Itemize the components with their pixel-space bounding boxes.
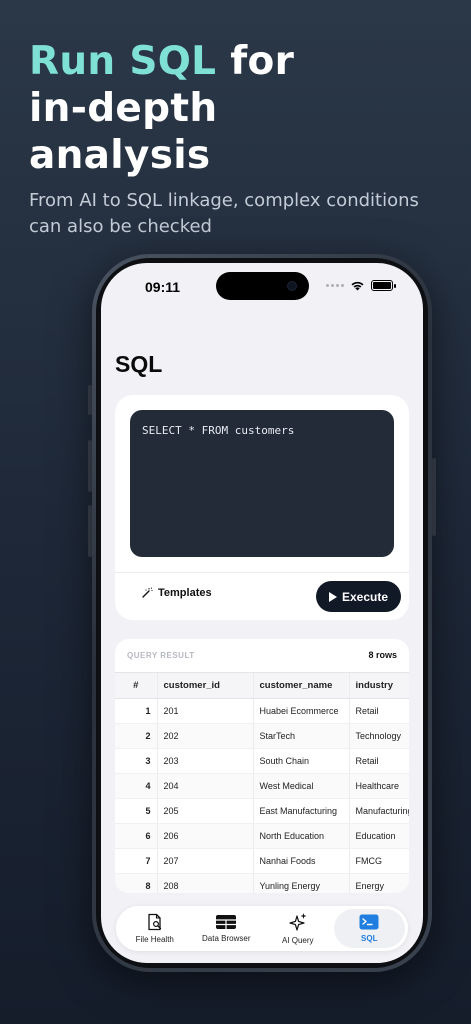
table-cell: FMCG [348,848,409,874]
templates-button[interactable]: Templates [141,587,212,599]
dynamic-island [216,272,309,300]
table-cell: Education [348,823,409,849]
tab-bar: File Health Data Browser AI Query SQL [116,906,408,951]
query-result-card: QUERY RESULT 8 rows # customer_id custom… [115,639,409,893]
table-cell: StarTech [252,723,349,749]
table-row[interactable]: 2 202 StarTech Technology [115,723,409,749]
table-cell: South Chain [252,748,349,774]
table-row[interactable]: 5 205 East Manufacturing Manufacturing [115,798,409,824]
results-table[interactable]: # customer_id customer_name industry 1 20… [115,672,409,893]
table-cell: Retail [348,698,409,724]
headline-line-1: Run SQL for [29,38,294,85]
row-number: 4 [115,773,157,799]
row-number: 7 [115,848,157,874]
table-cell: Huabei Ecommerce [252,698,349,724]
terminal-icon [359,914,379,930]
table-cell: Retail [348,748,409,774]
headline-accent: Run SQL [29,39,217,84]
column-header[interactable]: customer_name [252,672,349,699]
marketing-headline: Run SQL for in-depth analysis [29,38,294,179]
table-cell: 205 [156,798,253,824]
table-cell: Technology [348,723,409,749]
power-button [432,458,436,536]
marketing-subline: From AI to SQL linkage, complex conditio… [29,190,419,237]
row-number: 8 [115,873,157,893]
headline-line-2: in-depth [29,86,218,131]
row-number: 1 [115,698,157,724]
row-count: 8 rows [368,650,397,660]
table-row[interactable]: 8 208 Yunling Energy Energy [115,873,409,893]
tab-file-health[interactable]: File Health [119,909,191,948]
tab-label: File Health [135,935,174,944]
table-header-row: # customer_id customer_name industry [115,672,409,699]
phone-screen: 09:11 SQL SELECT * FROM customers Templa… [101,263,423,963]
table-cell: Healthcare [348,773,409,799]
play-icon [328,591,337,602]
table-cell: 208 [156,873,253,893]
sql-query-text[interactable]: SELECT * FROM customers [142,424,294,437]
execute-button[interactable]: Execute [316,581,401,612]
execute-label: Execute [341,589,389,604]
templates-label: Templates [158,587,212,599]
column-header[interactable]: customer_id [156,672,253,699]
status-icons [326,280,396,291]
magic-wand-icon [142,587,153,598]
table-cell: Energy [348,873,409,893]
row-number: 6 [115,823,157,849]
table-cell: 204 [156,773,253,799]
row-number: 5 [115,798,157,824]
table-cell: Manufacturing [348,798,409,824]
camera-icon [287,281,297,291]
headline-line-3: analysis [29,133,211,178]
column-header[interactable]: # [115,672,157,699]
sparkles-icon [289,913,307,931]
table-cell: Nanhai Foods [252,848,349,874]
tab-label: Data Browser [202,934,251,943]
divider [115,572,409,573]
page-title: SQL [115,351,163,377]
table-cell: 206 [156,823,253,849]
table-row[interactable]: 7 207 Nanhai Foods FMCG [115,848,409,874]
table-cell: 203 [156,748,253,774]
tab-label: AI Query [281,936,314,945]
row-number: 3 [115,748,157,774]
status-time: 09:11 [145,279,181,295]
table-row[interactable]: 4 204 West Medical Healthcare [115,773,409,799]
sql-editor[interactable]: SELECT * FROM customers [130,410,394,557]
row-number: 2 [115,723,157,749]
tab-data-browser[interactable]: Data Browser [191,909,263,948]
tab-ai-query[interactable]: AI Query [262,909,334,948]
table-cell: North Education [252,823,349,849]
table-cell: 207 [156,848,253,874]
table-cell: West Medical [252,773,349,799]
table-row[interactable]: 3 203 South Chain Retail [115,748,409,774]
query-result-label: QUERY RESULT [127,651,195,660]
table-cell: Yunling Energy [252,873,349,893]
sql-editor-card: SELECT * FROM customers Templates Execut… [115,395,409,620]
table-cell: 202 [156,723,253,749]
signal-dots-icon [326,284,344,287]
battery-icon [371,280,396,291]
wifi-icon [351,281,364,291]
file-search-icon [148,913,161,931]
tab-label: SQL [361,934,378,943]
table-grid-icon [216,915,237,929]
table-row[interactable]: 1 201 Huabei Ecommerce Retail [115,698,409,724]
tab-sql[interactable]: SQL [333,909,405,948]
table-cell: 201 [156,698,253,724]
table-cell: East Manufacturing [252,798,349,824]
column-header[interactable]: industry [348,672,409,699]
headline-rest: for [216,39,295,84]
table-row[interactable]: 6 206 North Education Education [115,823,409,849]
